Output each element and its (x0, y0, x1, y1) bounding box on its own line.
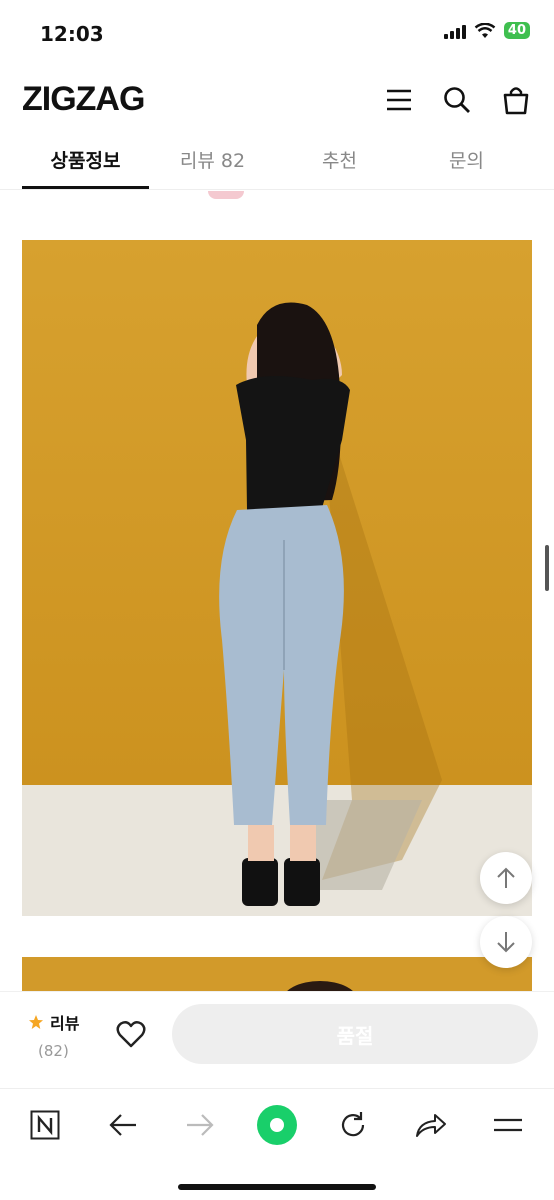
tab-reviews[interactable]: 리뷰 82 (149, 134, 276, 189)
product-detail-content[interactable] (0, 191, 554, 991)
review-summary[interactable]: 리뷰 (82) (28, 1010, 79, 1060)
wifi-icon (474, 22, 496, 38)
star-icon (29, 1015, 43, 1029)
naver-n-icon[interactable] (23, 1103, 67, 1147)
status-icons: 40 (443, 22, 530, 39)
review-label: 리뷰 (50, 1014, 80, 1033)
share-icon[interactable] (409, 1103, 453, 1147)
app-header: ZIGZAG (0, 70, 554, 130)
soldout-button[interactable]: 품절 (172, 1004, 538, 1064)
product-tabs: 상품정보 리뷰 82 추천 문의 (0, 134, 554, 190)
scroll-bottom-button[interactable] (480, 916, 532, 968)
scroll-top-button[interactable] (480, 852, 532, 904)
product-photo-next (22, 957, 532, 991)
forward-arrow-icon[interactable] (178, 1103, 222, 1147)
signal-icon (443, 23, 466, 39)
purchase-bar: 리뷰 (82) 품절 (0, 991, 554, 1086)
avatar (208, 191, 244, 199)
menu-lines-icon[interactable] (486, 1103, 530, 1147)
search-icon[interactable] (441, 84, 473, 116)
tab-inquiry[interactable]: 문의 (403, 134, 530, 189)
model-figure (219, 302, 442, 906)
battery-icon: 40 (503, 22, 530, 39)
back-arrow-icon[interactable] (101, 1103, 145, 1147)
tab-recommend[interactable]: 추천 (276, 134, 403, 189)
shopping-bag-icon[interactable] (500, 84, 532, 116)
model-hair-peek (287, 981, 353, 991)
menu-icon[interactable] (383, 84, 415, 116)
arrow-down-icon (497, 932, 515, 953)
refresh-icon[interactable] (331, 1103, 375, 1147)
status-time: 12:03 (40, 22, 104, 46)
tab-product-info[interactable]: 상품정보 (22, 134, 149, 189)
browser-toolbar (0, 1088, 554, 1200)
wishlist-button[interactable] (116, 1020, 146, 1052)
product-photo-model (22, 240, 532, 916)
home-indicator (178, 1184, 376, 1190)
green-circle-home-icon[interactable] (255, 1103, 299, 1147)
review-count: (82) (38, 1042, 69, 1060)
arrow-up-icon (497, 867, 515, 888)
heart-icon (116, 1021, 146, 1048)
status-bar: 12:03 40 (0, 0, 554, 64)
zigzag-logo[interactable]: ZIGZAG (22, 80, 145, 119)
scrollbar[interactable] (545, 545, 549, 591)
